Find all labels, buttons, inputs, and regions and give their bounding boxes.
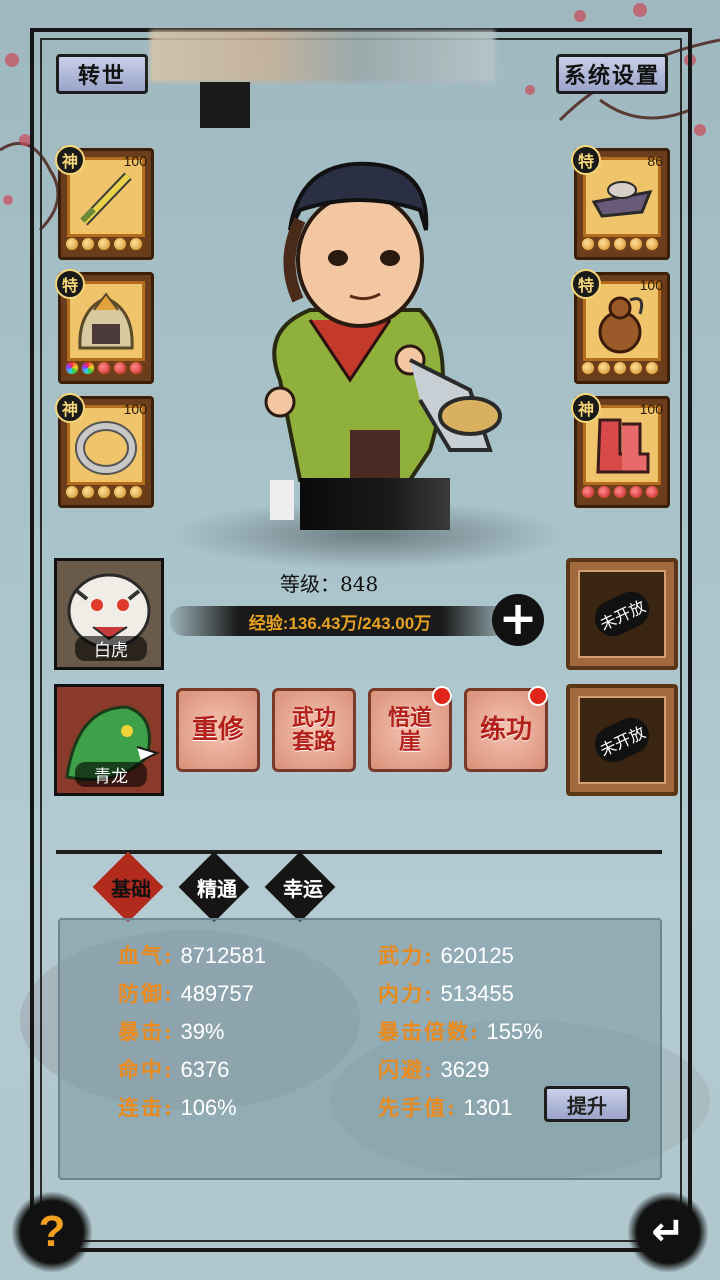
stat-defense: 防御: 489757: [118, 981, 254, 1006]
star-row: [581, 237, 659, 251]
equip-slot-gourd[interactable]: 特 100: [571, 269, 670, 384]
redacted-block: [300, 478, 450, 530]
star-row: [65, 237, 143, 251]
stat-combo: 连击: 106%: [118, 1095, 237, 1120]
equip-slot-helmet[interactable]: 特: [55, 269, 154, 384]
tab-luck[interactable]: 幸运: [260, 851, 346, 923]
upgrade-button[interactable]: 提升: [544, 1086, 630, 1122]
lock-icon: 未开放: [578, 570, 666, 658]
stat-dodge: 闪避: 3629: [378, 1057, 490, 1082]
equip-slot-weapon[interactable]: 神 100: [55, 145, 154, 260]
system-settings-button[interactable]: 系统设置: [556, 54, 668, 94]
star-row: [65, 361, 143, 375]
stat-hp: 血气: 8712581: [118, 943, 267, 968]
star-row: [65, 485, 143, 499]
back-arrow-icon: ↵: [651, 1209, 685, 1255]
hat-icon: [589, 165, 655, 231]
pet-label: 白虎: [75, 636, 147, 661]
exp-text: 经验:136.43万/243.00万: [248, 613, 432, 633]
stat-hit: 命中: 6376: [118, 1057, 230, 1082]
locked-slot[interactable]: 未开放: [566, 558, 678, 670]
hero-level: 等级：848: [280, 572, 379, 596]
pet-green-dragon[interactable]: 青龙: [54, 684, 164, 796]
back-button[interactable]: ↵: [628, 1192, 708, 1272]
martial-arts-button[interactable]: 武功套路: [272, 688, 356, 772]
help-button[interactable]: ?: [12, 1192, 92, 1272]
section-divider: [56, 850, 662, 854]
lock-icon: 未开放: [578, 696, 666, 784]
redacted-name-area: [150, 30, 495, 82]
sword-icon: [73, 165, 139, 231]
notification-dot: [432, 686, 452, 706]
stat-crit: 暴击: 39%: [118, 1019, 225, 1044]
star-row: [581, 361, 659, 375]
gourd-icon: [589, 289, 655, 355]
equip-slot-ring[interactable]: 神 100: [55, 393, 154, 508]
stat-crit-multiplier: 暴击倍数: 155%: [378, 1019, 543, 1044]
pet-label: 青龙: [75, 762, 147, 787]
redacted-block: [200, 82, 250, 128]
stat-attack: 武力: 620125: [378, 943, 514, 968]
stat-initiative: 先手值: 1301: [378, 1095, 513, 1120]
pet-white-tiger[interactable]: 白虎: [54, 558, 164, 670]
equip-slot-hat[interactable]: 特 86: [571, 145, 670, 260]
tab-basic[interactable]: 基础: [88, 851, 174, 923]
helmet-icon: [73, 289, 139, 355]
stat-inner-power: 内力: 513455: [378, 981, 514, 1006]
star-row: [581, 485, 659, 499]
exp-bar: 经验:136.43万/243.00万: [170, 606, 510, 636]
retrain-button[interactable]: 重修: [176, 688, 260, 772]
locked-slot[interactable]: 未开放: [566, 684, 678, 796]
help-icon: ?: [38, 1207, 66, 1256]
tab-mastery[interactable]: 精通: [174, 851, 260, 923]
equip-slot-boots[interactable]: 神 100: [571, 393, 670, 508]
rebirth-button[interactable]: 转世: [56, 54, 148, 94]
redacted-block: [350, 430, 400, 478]
ring-icon: [73, 413, 139, 479]
notification-dot: [528, 686, 548, 706]
boots-icon: [589, 413, 655, 479]
add-exp-button[interactable]: +: [492, 594, 544, 646]
